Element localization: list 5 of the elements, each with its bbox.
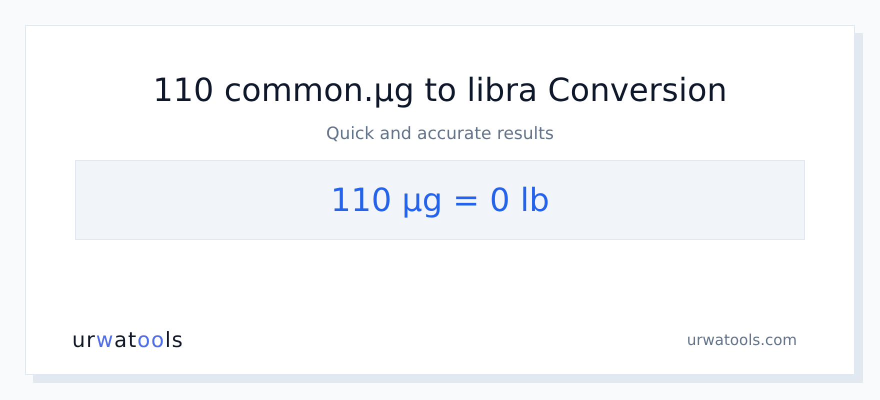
subtitle: Quick and accurate results (326, 123, 554, 146)
conversion-result: 110 µg = 0 lb (330, 181, 550, 219)
logo: urwatools (72, 328, 184, 352)
site-url: urwatools.com (686, 331, 797, 349)
page-title: 110 common.µg to libra Conversion (152, 70, 728, 111)
